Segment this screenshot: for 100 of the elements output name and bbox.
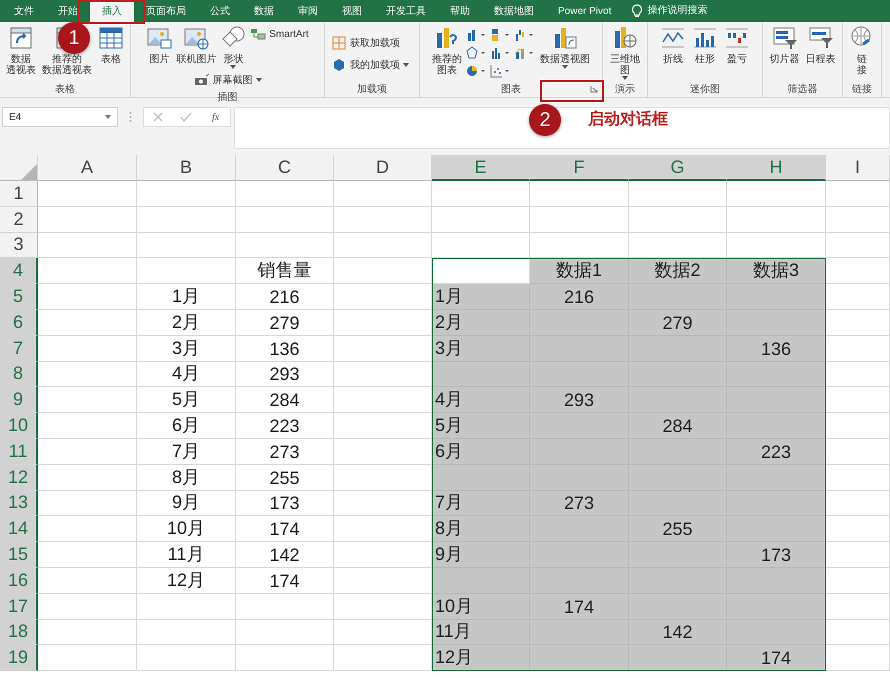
- name-box[interactable]: E4: [2, 107, 118, 127]
- menu-tab[interactable]: 数据: [242, 0, 286, 22]
- row-header[interactable]: 5: [0, 284, 38, 310]
- grip-icon: [129, 111, 132, 123]
- menu-tab[interactable]: 审阅: [286, 0, 330, 22]
- ribbon-button[interactable]: 数据透视图: [538, 24, 592, 70]
- dialog-launcher-icon[interactable]: [590, 85, 598, 93]
- insert-function-button[interactable]: fx: [210, 112, 222, 122]
- menu-tab[interactable]: 视图: [330, 0, 374, 22]
- menu-tab[interactable]: 页面布局: [134, 0, 198, 22]
- menu-tab[interactable]: 公式: [198, 0, 242, 22]
- bar-chart-icon[interactable]: [490, 46, 512, 60]
- row-header[interactable]: 11: [0, 438, 38, 465]
- bar-chart-icon[interactable]: [466, 28, 488, 42]
- menu-tab[interactable]: 文件: [2, 0, 46, 22]
- row-header[interactable]: 8: [0, 362, 38, 388]
- table-cell: [826, 438, 890, 465]
- group-label: 加载项: [357, 82, 387, 96]
- menu-tab[interactable]: 数据地图: [482, 0, 546, 22]
- cube-icon: [331, 58, 347, 72]
- table-cell: [826, 490, 890, 516]
- lightbulb-icon[interactable]: [631, 4, 644, 18]
- bar-chart-icon[interactable]: [514, 28, 536, 42]
- row-header[interactable]: 3: [0, 232, 38, 258]
- column-header[interactable]: G: [629, 155, 727, 181]
- ribbon-button[interactable]: 日程表: [804, 24, 838, 66]
- radar-chart-icon[interactable]: [466, 46, 488, 60]
- ribbon-button[interactable]: 三维地图: [608, 24, 642, 81]
- row-header[interactable]: 18: [0, 620, 38, 646]
- group-label: 表格: [55, 82, 75, 96]
- ribbon-button[interactable]: 链接: [847, 24, 877, 77]
- scatter-chart-icon[interactable]: [490, 64, 512, 78]
- table-cell: 4月: [137, 362, 236, 388]
- column-header[interactable]: A: [38, 155, 137, 181]
- menu-tab[interactable]: 开始: [46, 0, 90, 22]
- group-label: 插图: [218, 91, 238, 104]
- pie-chart-icon[interactable]: [466, 64, 488, 78]
- table-cell: 3月: [432, 336, 530, 362]
- table-cell: 12月: [137, 568, 236, 594]
- row-header[interactable]: 17: [0, 594, 38, 620]
- column-header[interactable]: I: [826, 155, 890, 181]
- table-cell: 142: [629, 620, 727, 646]
- row-header[interactable]: 2: [0, 206, 38, 233]
- menu-tab[interactable]: 开发工具: [374, 0, 438, 22]
- formula-input[interactable]: [234, 107, 890, 149]
- row-header[interactable]: 9: [0, 387, 38, 414]
- table-cell: 6月: [432, 438, 530, 465]
- table-cell: 216: [236, 284, 334, 310]
- column-header[interactable]: B: [137, 155, 236, 181]
- row-header[interactable]: 14: [0, 516, 38, 542]
- column-header[interactable]: H: [727, 155, 826, 181]
- table-cell: 284: [629, 413, 727, 439]
- ribbon-button[interactable]: 盈亏: [722, 24, 752, 66]
- ribbon-button[interactable]: 表格: [96, 24, 126, 66]
- ribbon-button[interactable]: 折线: [658, 24, 688, 66]
- table-cell: 293: [236, 362, 334, 388]
- ribbon-button[interactable]: 获取加载项: [329, 32, 402, 52]
- ribbon-button[interactable]: 推荐的图表: [430, 24, 464, 77]
- table-cell: 5月: [432, 413, 530, 439]
- row-header[interactable]: 13: [0, 490, 38, 516]
- row-header[interactable]: 10: [0, 413, 38, 439]
- combo-chart-icon[interactable]: [514, 46, 536, 60]
- row-header[interactable]: 15: [0, 542, 38, 568]
- column-header[interactable]: F: [530, 155, 629, 181]
- check-icon[interactable]: [180, 112, 192, 122]
- ribbon-button[interactable]: 形状: [218, 24, 248, 70]
- ribbon-button[interactable]: 联机图片: [174, 24, 218, 66]
- row-header[interactable]: 19: [0, 645, 38, 672]
- row-header[interactable]: 4: [0, 258, 38, 284]
- row-header[interactable]: 16: [0, 568, 38, 594]
- group-label: 演示: [615, 82, 635, 96]
- menu-tab[interactable]: 帮助: [438, 0, 482, 22]
- ribbon-button[interactable]: SmartArt: [248, 24, 311, 44]
- row-header[interactable]: 12: [0, 464, 38, 491]
- ribbon-button[interactable]: 切片器: [768, 24, 802, 66]
- column-header[interactable]: C: [236, 155, 334, 181]
- column-header[interactable]: E: [432, 155, 530, 181]
- ribbon-button[interactable]: 图片: [144, 24, 174, 66]
- table-cell: 279: [236, 310, 334, 336]
- menu-tab[interactable]: Power Pivot: [546, 0, 624, 22]
- bar-chart-icon[interactable]: [490, 28, 512, 42]
- row-header[interactable]: 7: [0, 336, 38, 362]
- row-header[interactable]: 1: [0, 181, 38, 207]
- ribbon-button[interactable]: 数据透视表: [4, 24, 38, 77]
- corner-triangle-icon: [21, 164, 37, 180]
- table-cell: 6月: [137, 413, 236, 439]
- ribbon-button[interactable]: 我的加载项: [329, 54, 411, 74]
- row-header[interactable]: 6: [0, 310, 38, 336]
- ribbon-button[interactable]: 屏幕截图: [192, 70, 264, 90]
- table-cell: [826, 206, 890, 233]
- table-cell: 142: [236, 542, 334, 568]
- table-cell: 9月: [137, 490, 236, 516]
- table-cell: 7月: [432, 490, 530, 516]
- table-cell: [826, 594, 890, 620]
- table-cell: 284: [236, 387, 334, 414]
- column-header[interactable]: D: [334, 155, 432, 181]
- menu-tab[interactable]: 插入: [90, 0, 134, 22]
- tell-me-search[interactable]: 操作说明搜索: [647, 0, 708, 22]
- ribbon-button[interactable]: 柱形: [690, 24, 720, 66]
- highlight-frame: [77, 0, 145, 24]
